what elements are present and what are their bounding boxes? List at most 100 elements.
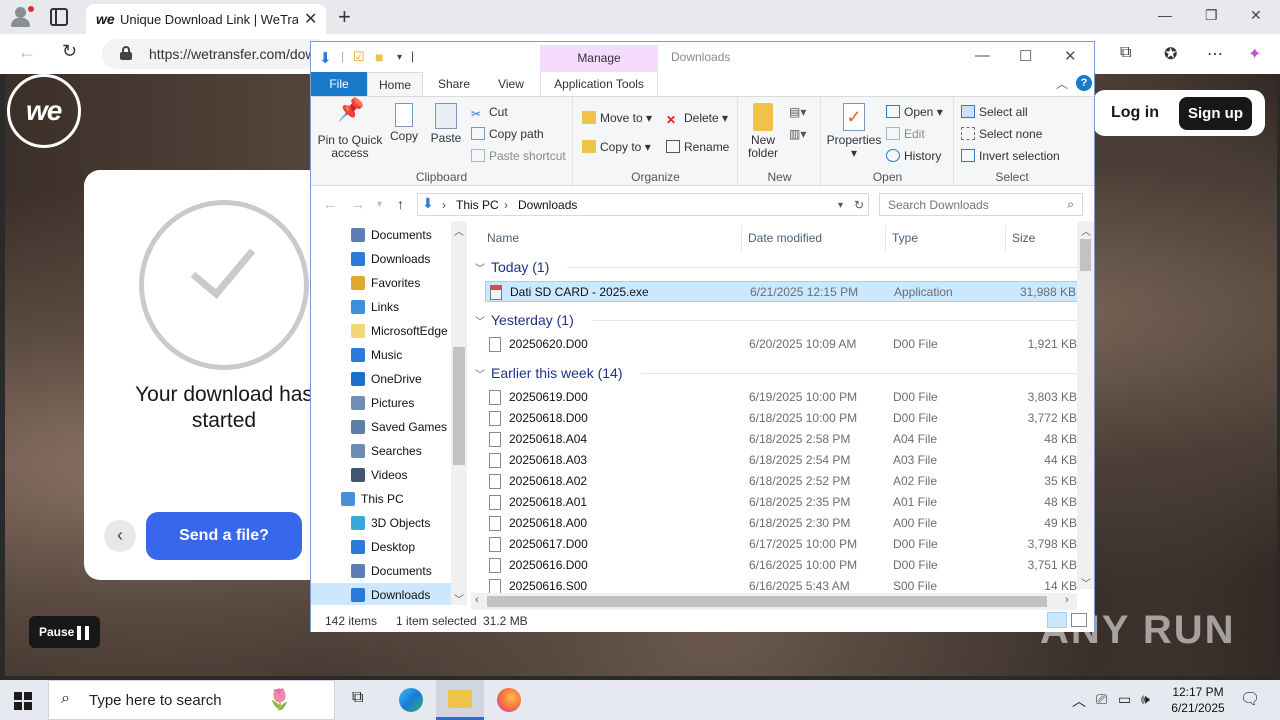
vertical-scroll-thumb[interactable] (1080, 239, 1091, 271)
edge-taskbar-icon[interactable] (387, 680, 435, 720)
meet-now-icon[interactable]: ⎚ (1096, 691, 1107, 708)
network-icon[interactable]: ▭ (1118, 691, 1131, 708)
firefox-taskbar-icon[interactable] (485, 680, 533, 720)
nav-item[interactable]: Pictures (311, 391, 451, 415)
copy-path-button[interactable]: Copy path (471, 125, 544, 143)
file-row[interactable]: 20250618.D00 6/18/2025 10:00 PM D00 File 3,… (485, 408, 1079, 429)
column-type[interactable]: Type (892, 227, 918, 249)
nav-item[interactable]: Saved Games (311, 415, 451, 439)
lock-icon[interactable] (120, 46, 132, 60)
column-separator[interactable] (741, 225, 742, 251)
new-item-icon[interactable]: ▤▾ (789, 105, 806, 119)
nav-item[interactable]: Videos (311, 463, 451, 487)
recent-locations-icon[interactable]: ▾ (377, 199, 382, 210)
file-row[interactable]: 20250618.A01 6/18/2025 2:35 PM A01 File 48 … (485, 492, 1079, 513)
collapse-ribbon-icon[interactable]: ︿ (1056, 75, 1068, 92)
nav-item[interactable]: Documents (311, 559, 451, 583)
breadcrumb-separator-icon[interactable]: › (504, 198, 508, 212)
notifications-icon[interactable]: 🗨 (1240, 689, 1260, 709)
paste-shortcut-button[interactable]: Paste shortcut (471, 147, 566, 165)
large-icons-view-icon[interactable] (1071, 613, 1087, 627)
explorer-maximize-icon[interactable]: ☐ (1019, 47, 1032, 65)
rename-button[interactable]: Rename (666, 138, 729, 156)
cut-button[interactable]: ✂ Cut (471, 103, 508, 121)
taskbar-search-box[interactable]: ⌕ Type here to search 🌷 (48, 680, 335, 720)
delete-button[interactable]: ✕ Delete ▾ (666, 109, 728, 127)
file-explorer-taskbar-icon[interactable] (436, 680, 484, 720)
column-size[interactable]: Size (1012, 227, 1035, 249)
reload-icon[interactable]: ↻ (62, 41, 77, 62)
explorer-back-icon[interactable]: ← (323, 196, 337, 212)
collections-icon[interactable]: ⧉ (1120, 44, 1131, 62)
search-field[interactable]: ⌕ (879, 193, 1083, 216)
tray-overflow-icon[interactable]: ︿ (1072, 691, 1086, 711)
qat-down-arrow-icon[interactable]: ⬇ (319, 49, 332, 67)
move-to-button[interactable]: Move to ▾ (582, 109, 652, 127)
group-today[interactable]: ﹀ Today (1) (475, 256, 549, 278)
search-input[interactable] (888, 195, 1058, 215)
scroll-left-icon[interactable]: ‹ (475, 594, 479, 606)
group-yesterday[interactable]: ﹀ Yesterday (1) (475, 309, 574, 331)
nav-scroll-thumb[interactable] (453, 347, 465, 465)
wetransfer-logo[interactable]: we (7, 74, 81, 148)
column-separator[interactable] (1005, 225, 1006, 251)
refresh-icon[interactable]: ↻ (854, 198, 864, 212)
nav-scrollbar[interactable]: ︿ ﹀ (451, 221, 467, 605)
qat-customize-icon[interactable]: ▾ (397, 52, 402, 63)
copy-to-button[interactable]: Copy to ▾ (582, 138, 651, 156)
profile-avatar-icon[interactable] (8, 5, 34, 29)
vertical-scrollbar[interactable]: ︿ ﹀ (1077, 221, 1094, 590)
scroll-down-icon[interactable]: ﹀ (1081, 575, 1091, 590)
extensions-icon[interactable]: ✪ (1164, 44, 1177, 64)
pin-quick-access-button[interactable]: 📌 Pin to Quick access (317, 99, 383, 160)
column-name[interactable]: Name (487, 227, 519, 249)
breadcrumb[interactable]: ⬇ › This PC › Downloads ▾ ↻ (417, 193, 869, 216)
explorer-close-icon[interactable]: ✕ (1064, 47, 1077, 65)
chevron-left-icon[interactable]: ‹ (104, 520, 136, 552)
file-row[interactable]: 20250620.D00 6/20/2025 10:09 AM D00 File 1,… (485, 334, 1079, 355)
details-view-icon[interactable] (1047, 612, 1067, 628)
nav-item[interactable]: Music (311, 343, 451, 367)
up-level-icon[interactable]: ↑ (397, 196, 404, 212)
file-row[interactable]: 20250617.D00 6/17/2025 10:00 PM D00 File 3,… (485, 534, 1079, 555)
select-all-button[interactable]: Select all (961, 103, 1028, 121)
nav-item[interactable]: Desktop (311, 535, 451, 559)
file-row[interactable]: 20250618.A00 6/18/2025 2:30 PM A00 File 49 … (485, 513, 1079, 534)
browser-tab[interactable]: we Unique Download Link | WeTransfer ✕ (86, 4, 326, 34)
copilot-icon[interactable]: ✦ (1248, 44, 1261, 64)
breadcrumb-separator-icon[interactable]: › (442, 198, 446, 212)
copy-button[interactable]: Copy (387, 103, 421, 143)
paste-button[interactable]: Paste (429, 103, 463, 145)
scroll-up-icon[interactable]: ︿ (1081, 223, 1091, 238)
file-row[interactable]: 20250618.A04 6/18/2025 2:58 PM A04 File 48 … (485, 429, 1079, 450)
history-button[interactable]: History (886, 147, 941, 165)
group-earlier-this-week[interactable]: ﹀ Earlier this week (14) (475, 362, 623, 384)
nav-item[interactable]: Links (311, 295, 451, 319)
qat-properties-icon[interactable]: ☑ (353, 49, 365, 65)
breadcrumb-this-pc[interactable]: This PC (456, 198, 499, 212)
new-folder-button[interactable]: New folder (743, 103, 783, 160)
file-row[interactable]: 20250618.A03 6/18/2025 2:54 PM A03 File 44 … (485, 450, 1079, 471)
file-row[interactable]: 20250618.A02 6/18/2025 2:52 PM A02 File 35 … (485, 471, 1079, 492)
file-row[interactable]: 20250619.D00 6/19/2025 10:00 PM D00 File 3,… (485, 387, 1079, 408)
login-button[interactable]: Log in (1095, 90, 1175, 136)
browser-restore-icon[interactable]: ❐ (1205, 7, 1218, 24)
taskbar-clock[interactable]: 12:17 PM 6/21/2025 (1163, 684, 1233, 716)
search-icon[interactable]: ⌕ (1067, 197, 1074, 212)
back-icon[interactable]: ← (18, 42, 36, 63)
pause-button[interactable]: Pause (29, 616, 100, 648)
edit-button[interactable]: Edit (886, 125, 925, 143)
nav-item[interactable]: Searches (311, 439, 451, 463)
signup-button[interactable]: Sign up (1179, 97, 1252, 130)
volume-icon[interactable]: 🕪 (1141, 691, 1150, 708)
qat-new-folder-icon[interactable]: ■ (375, 49, 383, 65)
file-row[interactable]: Dati SD CARD - 2025.exe 6/21/2025 12:15 P… (485, 281, 1079, 302)
scroll-right-icon[interactable]: › (1065, 594, 1069, 606)
url-field[interactable]: https://wetransfer.com/downloads (102, 39, 357, 69)
nav-item[interactable]: Documents (311, 223, 451, 247)
nav-item[interactable]: Downloads (311, 247, 451, 271)
column-separator[interactable] (885, 225, 886, 251)
nav-item[interactable]: Downloads (311, 583, 451, 605)
browser-minimize-icon[interactable]: — (1158, 7, 1172, 23)
explorer-minimize-icon[interactable]: — (975, 47, 990, 64)
